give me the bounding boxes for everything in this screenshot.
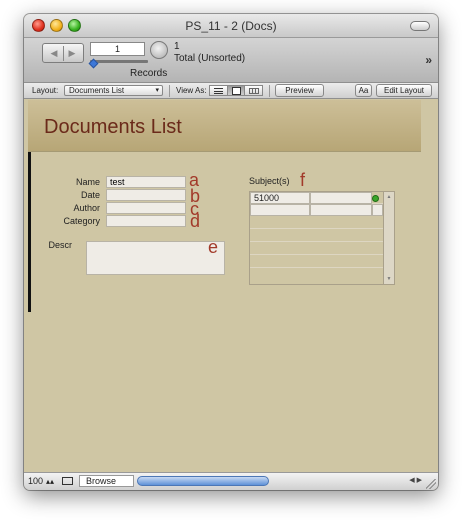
layout-body [28, 100, 421, 471]
previous-record-icon[interactable]: ◀ [46, 47, 62, 59]
add-subject-icon[interactable] [372, 195, 379, 202]
status-bar: 100 ▴▴ Browse ◀ ▶ [24, 472, 438, 490]
view-as-form-button[interactable] [210, 86, 228, 95]
divider [169, 85, 170, 97]
subject-detail-cell[interactable] [310, 204, 372, 216]
descr-label: Descr [48, 240, 72, 250]
view-as-table-button[interactable] [245, 86, 263, 95]
subject-cell[interactable] [250, 204, 310, 216]
portal-scrollbar[interactable]: ▲ ▼ [383, 192, 394, 284]
view-as-label: View As: [176, 86, 207, 95]
layout-select-value: Documents List [69, 86, 125, 95]
toolbar-toggle-button[interactable] [410, 21, 430, 31]
annotation-letter-d: d [190, 211, 201, 231]
name-label: Name [75, 177, 100, 187]
layout-bar: Layout: Documents List ▾ View As: Previe… [24, 82, 438, 99]
view-as-segmented-control[interactable] [209, 85, 263, 96]
form-view-icon [214, 88, 223, 94]
scroll-down-icon[interactable]: ▼ [384, 275, 394, 283]
date-field[interactable] [106, 189, 186, 201]
title-bar: PS_11 - 2 (Docs) [24, 14, 438, 38]
zoom-level[interactable]: 100 [28, 476, 43, 486]
divider [269, 85, 270, 97]
list-view-icon [231, 87, 241, 95]
subject-cell[interactable]: 51000 [250, 192, 310, 204]
table-view-icon [249, 88, 260, 94]
found-count: 1 [174, 41, 180, 52]
view-as-list-button[interactable] [227, 86, 246, 95]
category-label: Category [63, 216, 100, 226]
portal-row [250, 217, 383, 229]
portal-row [250, 256, 383, 268]
portal-row [250, 230, 383, 242]
portal-row [250, 269, 383, 281]
found-set-pie-icon[interactable] [150, 41, 168, 59]
window-title: PS_11 - 2 (Docs) [185, 19, 277, 33]
annotation-letter-e: e [208, 237, 219, 257]
scroll-up-icon[interactable]: ▲ [384, 193, 394, 201]
dropdown-arrow-icon: ▾ [155, 87, 159, 94]
mode-popup[interactable]: Browse [79, 475, 134, 487]
record-book-navigator[interactable]: ◀ ▶ [42, 43, 84, 63]
author-label: Author [73, 203, 100, 213]
layout-header: Documents List [28, 100, 421, 152]
status-area-toggle-icon[interactable] [62, 477, 73, 485]
next-record-icon[interactable]: ▶ [64, 47, 80, 59]
layout-label: Layout: [32, 86, 59, 95]
app-window: PS_11 - 2 (Docs) ◀ ▶ 1 1 Total (Unsorted… [24, 14, 438, 490]
subject-detail-cell[interactable] [310, 192, 372, 204]
scroll-arrows-icon[interactable]: ◀ ▶ [409, 476, 422, 484]
portal-row[interactable] [250, 204, 383, 216]
records-label: Records [130, 68, 168, 79]
subject-extra-cell[interactable] [372, 204, 383, 216]
layout-select[interactable]: Documents List ▾ [64, 85, 163, 96]
record-slider[interactable] [90, 60, 148, 63]
name-field[interactable]: test [106, 176, 186, 188]
more-toolbar-icon[interactable]: » [425, 53, 432, 67]
descr-field[interactable] [86, 241, 225, 275]
record-selection-indicator [28, 152, 31, 312]
edit-layout-button[interactable]: Edit Layout [376, 84, 432, 97]
resize-grip-icon[interactable] [426, 479, 436, 489]
category-field[interactable] [106, 215, 186, 227]
author-field[interactable] [106, 202, 186, 214]
total-label: Total (Unsorted) [174, 53, 246, 64]
portal-row [250, 243, 383, 255]
page-title: Documents List [44, 116, 182, 138]
date-label: Date [80, 190, 100, 200]
text-format-button[interactable]: Aa [355, 84, 372, 97]
subjects-label: Subject(s) [249, 176, 290, 186]
annotation-letter-f: f [300, 170, 306, 190]
subjects-portal[interactable]: 51000 ▲ ▼ [249, 191, 395, 285]
status-toolbar: ◀ ▶ 1 1 Total (Unsorted) Records » [24, 38, 438, 82]
current-record-field[interactable]: 1 [90, 42, 145, 56]
preview-button[interactable]: Preview [275, 84, 324, 97]
horizontal-scrollbar[interactable] [137, 476, 269, 486]
portal-row[interactable]: 51000 [250, 192, 383, 204]
zoom-controls-icon[interactable]: ▴▴ [46, 477, 54, 486]
